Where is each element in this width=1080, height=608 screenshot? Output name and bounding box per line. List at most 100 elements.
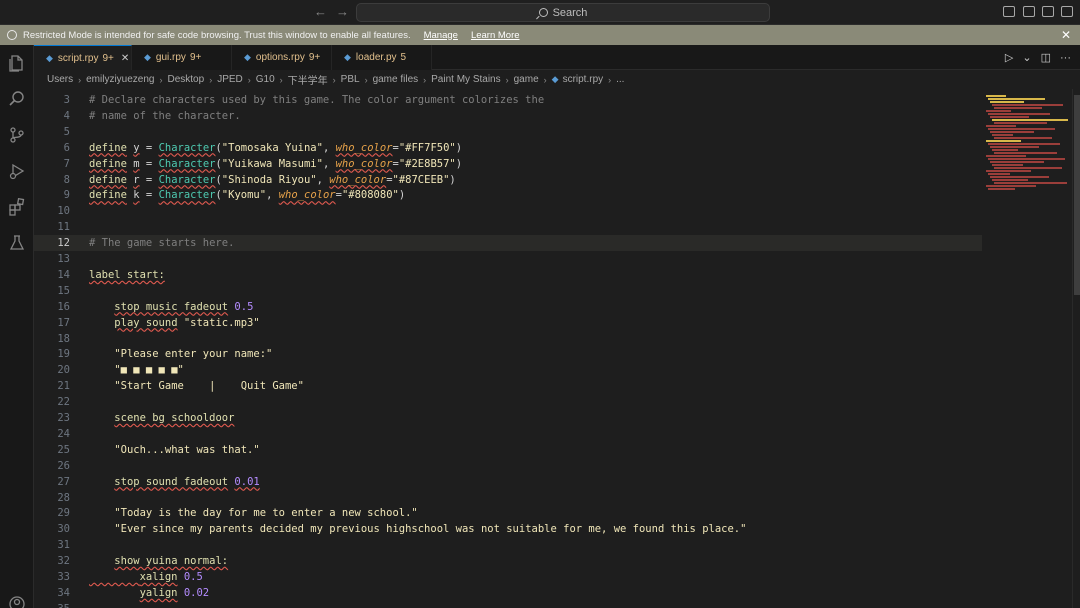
problem-count-badge: 9+ — [102, 52, 114, 64]
tab-options-rpy[interactable]: ◆ options.rpy 9+ — [232, 45, 332, 70]
code-line[interactable]: 27 stop sound fadeout 0.01 — [34, 474, 982, 490]
code-line[interactable]: 12 # The game starts here. — [34, 235, 982, 252]
line-number: 22 — [57, 396, 70, 409]
code-line[interactable]: 6 define y = Character("Tomosaka Yuina", … — [34, 140, 982, 156]
breadcrumb-item[interactable]: emilyziyuezeng — [86, 74, 154, 85]
code-line[interactable]: 15 — [34, 283, 982, 299]
code-line[interactable]: 17 play sound "static.mp3" — [34, 315, 982, 331]
line-number: 7 — [63, 157, 70, 170]
close-tab-icon[interactable]: ✕ — [121, 53, 129, 64]
problem-count-badge: 9+ — [189, 52, 202, 63]
minimap-line — [986, 185, 1036, 187]
breadcrumb-item[interactable]: ... — [616, 74, 624, 85]
more-actions-icon[interactable]: ··· — [1060, 52, 1071, 64]
breadcrumb-item[interactable]: game — [514, 74, 539, 85]
code-text: define k = Character("Kyomu", who_color=… — [89, 189, 406, 202]
chevron-right-icon: › — [505, 74, 509, 85]
code-line[interactable]: 28 — [34, 490, 982, 506]
code-line[interactable]: 29 "Today is the day for me to enter a n… — [34, 505, 982, 521]
code-line[interactable]: 19 "Please enter your name:" — [34, 346, 982, 362]
code-line[interactable]: 30 "Ever since my parents decided my pre… — [34, 521, 982, 537]
back-arrow-icon[interactable]: ← — [314, 4, 327, 19]
code-line[interactable]: 4 # name of the character. — [34, 108, 982, 124]
run-debug-icon[interactable] — [8, 162, 26, 180]
minimap-line — [992, 149, 1018, 151]
toggle-secondary-sidebar-icon[interactable] — [1042, 6, 1054, 17]
line-number: 29 — [57, 507, 70, 520]
code-line[interactable]: 11 — [34, 219, 982, 235]
vertical-scrollbar[interactable] — [1072, 89, 1080, 608]
source-control-icon[interactable] — [8, 126, 26, 144]
code-line[interactable]: 31 — [34, 537, 982, 553]
line-number: 26 — [57, 459, 70, 472]
line-number: 3 — [63, 94, 70, 106]
learn-more-link[interactable]: Learn More — [471, 30, 520, 41]
tab-script-rpy[interactable]: ◆ script.rpy 9+ ✕ — [34, 45, 132, 70]
split-editor-icon[interactable]: ◫ — [1041, 51, 1051, 64]
banner-message: Restricted Mode is intended for safe cod… — [23, 29, 411, 41]
code-line[interactable]: 21 "Start Game | Quit Game" — [34, 378, 982, 394]
customize-layout-icon[interactable] — [1061, 6, 1073, 17]
code-line[interactable]: 14 label start: — [34, 267, 982, 283]
code-line[interactable]: 32 show yuina normal: — [34, 553, 982, 569]
chevron-right-icon: › — [159, 74, 163, 85]
code-line[interactable]: 16 stop music fadeout 0.5 — [34, 299, 982, 315]
toggle-primary-sidebar-icon[interactable] — [1003, 6, 1015, 17]
code-line[interactable]: 23 scene bg schooldoor — [34, 410, 982, 426]
chevron-right-icon: › — [364, 74, 368, 85]
code-line[interactable]: 10 — [34, 203, 982, 219]
code-line[interactable]: 3 # Declare characters used by this game.… — [34, 92, 982, 108]
code-editor[interactable]: 3 # Declare characters used by this game.… — [34, 89, 1080, 608]
extensions-icon[interactable] — [8, 197, 26, 216]
minimap-line — [994, 152, 1057, 154]
line-number: 6 — [63, 141, 70, 154]
line-number: 10 — [57, 205, 70, 218]
run-icon[interactable]: ▷ — [1005, 51, 1013, 64]
breadcrumb-item[interactable]: Users — [47, 74, 73, 85]
breadcrumb-item[interactable]: Paint My Stains — [431, 74, 500, 85]
explorer-icon[interactable] — [8, 54, 26, 72]
breadcrumb-item[interactable]: 下半学年 — [288, 72, 328, 87]
breadcrumb-item[interactable]: script.rpy — [563, 74, 604, 85]
code-line[interactable]: 22 — [34, 394, 982, 410]
code-line[interactable]: 9 define k = Character("Kyomu", who_color… — [34, 187, 982, 203]
code-line[interactable]: 8 define r = Character("Shinoda Riyou", w… — [34, 172, 982, 188]
manage-link[interactable]: Manage — [424, 30, 458, 41]
minimap[interactable] — [984, 89, 1072, 190]
code-line[interactable]: 34 yalign 0.02 — [34, 585, 982, 601]
breadcrumb-item[interactable]: JPED — [217, 74, 243, 85]
chevron-down-icon[interactable]: ⌄ — [1022, 51, 1031, 64]
breadcrumb-item[interactable]: Desktop — [168, 74, 205, 85]
code-line[interactable]: 5 — [34, 124, 982, 140]
minimap-line — [990, 176, 1049, 178]
code-line[interactable]: 26 — [34, 458, 982, 474]
line-number: 12 — [57, 237, 70, 250]
search-icon[interactable] — [8, 90, 26, 108]
breadcrumb-item[interactable]: PBL — [341, 74, 360, 85]
code-line[interactable]: 35 — [34, 601, 982, 608]
code-line[interactable]: 24 — [34, 426, 982, 442]
tab-gui-rpy[interactable]: ◆ gui.rpy 9+ — [132, 45, 232, 70]
breadcrumb-item[interactable]: game files — [373, 74, 419, 85]
command-center-search[interactable]: Search — [356, 3, 770, 22]
scrollbar-thumb[interactable] — [1074, 95, 1080, 295]
close-icon[interactable]: ✕ — [1061, 28, 1071, 42]
minimap-line — [986, 155, 1026, 157]
code-line[interactable]: 13 — [34, 251, 982, 267]
minimap-line — [990, 131, 1034, 133]
code-line[interactable]: 33 xalign 0.5 — [34, 569, 982, 585]
toggle-panel-icon[interactable] — [1023, 6, 1035, 17]
code-text: # The game starts here. — [89, 237, 235, 250]
minimap-line — [988, 173, 1010, 175]
code-line[interactable]: 20 "■ ■ ■ ■ ■" — [34, 362, 982, 378]
code-line[interactable]: 18 — [34, 331, 982, 347]
forward-arrow-icon[interactable]: → — [336, 4, 349, 19]
code-line[interactable]: 25 "Ouch...what was that." — [34, 442, 982, 458]
code-line[interactable]: 7 define m = Character("Yuikawa Masumi", … — [34, 156, 982, 172]
code-text: # Declare characters used by this game. … — [89, 94, 545, 106]
code-text: "Please enter your name:" — [114, 348, 273, 361]
testing-icon[interactable] — [8, 234, 26, 252]
breadcrumb-item[interactable]: G10 — [256, 74, 275, 85]
accounts-icon[interactable] — [8, 595, 26, 608]
tab-loader-py[interactable]: ◆ loader.py 5 — [332, 45, 432, 70]
